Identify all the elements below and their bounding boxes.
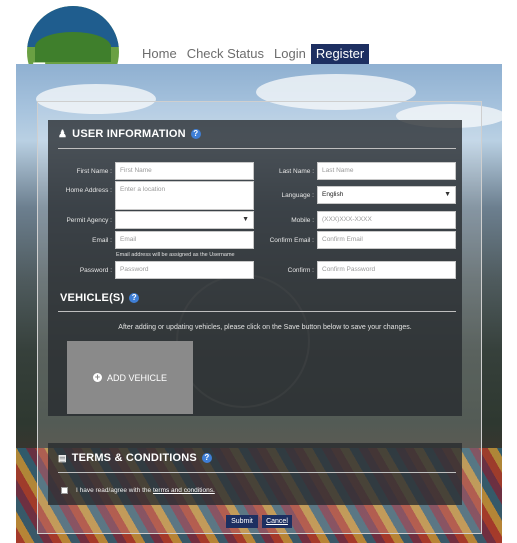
email-label: Email :: [92, 237, 112, 244]
nav-login[interactable]: Login: [269, 44, 311, 64]
language-label: Language :: [281, 192, 314, 199]
user-info-title-text: USER INFORMATION: [72, 128, 186, 140]
last-name-label: Last Name :: [278, 168, 314, 175]
mobile-label: Mobile :: [291, 217, 314, 224]
nav-check-status[interactable]: Check Status: [182, 44, 269, 64]
vehicles-title-text: VEHICLE(S): [60, 292, 125, 304]
home-address-input[interactable]: Enter a location: [115, 181, 254, 210]
confirm-password-input[interactable]: Confirm Password: [317, 261, 456, 279]
help-icon[interactable]: ?: [201, 453, 212, 463]
email-hint: Email address will be assigned as the Us…: [116, 252, 235, 258]
password-input[interactable]: Password: [115, 261, 254, 279]
first-name-label: First Name :: [76, 168, 112, 175]
dropdown-arrow-icon: ▼: [444, 191, 451, 198]
document-icon: ▤: [58, 452, 67, 463]
terms-title-text: TERMS & CONDITIONS: [71, 452, 197, 464]
permit-agency-label: Permit Agency :: [66, 217, 112, 224]
nav-register[interactable]: Register: [310, 44, 370, 64]
nav-home[interactable]: Home: [137, 44, 182, 64]
password-label: Password :: [79, 267, 112, 274]
vehicles-title: VEHICLE(S) ?: [60, 292, 140, 304]
user-icon: ♟: [58, 128, 68, 140]
dropdown-arrow-icon: ▼: [242, 216, 249, 223]
terms-link[interactable]: terms and conditions.: [153, 487, 215, 494]
help-icon[interactable]: ?: [129, 293, 140, 303]
terms-checkbox[interactable]: [61, 487, 68, 494]
cancel-button[interactable]: Cancel: [262, 515, 292, 528]
terms-text: I have read/agree with the terms and con…: [76, 487, 215, 494]
email-input[interactable]: Email: [115, 231, 254, 249]
top-nav: Home Check Status Login Register: [137, 44, 370, 64]
confirm-email-input[interactable]: Confirm Email: [317, 231, 456, 249]
user-info-title: ♟ USER INFORMATION ?: [58, 128, 201, 140]
mobile-input[interactable]: (XXX)XXX-XXXX: [317, 211, 456, 229]
confirm-password-label: Confirm :: [287, 267, 314, 274]
vehicles-info: After adding or updating vehicles, pleas…: [118, 324, 412, 331]
add-vehicle-label: ADD VEHICLE: [106, 372, 168, 383]
first-name-input[interactable]: First Name: [115, 162, 254, 180]
permit-agency-select[interactable]: ▼: [115, 211, 254, 229]
divider: [58, 472, 456, 473]
confirm-email-label: Confirm Email :: [269, 237, 314, 244]
home-address-label: Home Address :: [65, 187, 112, 194]
terms-title: ▤ TERMS & CONDITIONS ?: [58, 452, 212, 464]
language-select[interactable]: English ▼: [317, 186, 456, 204]
divider: [58, 311, 456, 312]
terms-prefix: I have read/agree with the: [76, 487, 152, 494]
help-icon[interactable]: ?: [190, 129, 201, 139]
last-name-input[interactable]: Last Name: [317, 162, 456, 180]
plus-icon: +: [92, 372, 102, 382]
language-value: English: [322, 191, 344, 198]
add-vehicle-button[interactable]: + ADD VEHICLE: [67, 341, 193, 414]
submit-button[interactable]: Submit: [226, 515, 258, 528]
divider: [58, 148, 456, 149]
